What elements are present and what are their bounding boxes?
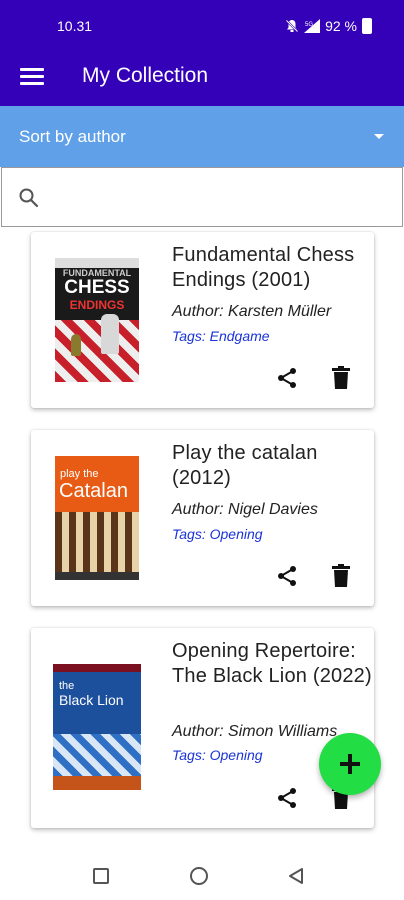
app-bar: My Collection [0, 54, 404, 106]
hamburger-menu-icon[interactable] [20, 68, 44, 88]
battery-icon [362, 18, 372, 34]
book-title: Opening Repertoire: The Black Lion (2022… [172, 640, 372, 687]
share-icon[interactable] [275, 564, 299, 588]
status-bar: 10.31 5G 92 % [0, 0, 404, 54]
book-cover: the Black Lion [53, 664, 141, 790]
share-icon[interactable] [275, 786, 299, 810]
dropdown-arrow-icon [374, 134, 384, 139]
screen: 10.31 5G 92 % My Collection Sort by auth… [0, 0, 404, 900]
mute-bell-icon [285, 19, 299, 33]
cover-text-main: Catalan [59, 480, 128, 502]
status-time: 10.31 [57, 18, 93, 34]
book-tags: Tags: Opening [172, 747, 263, 763]
search-box [1, 167, 403, 227]
battery-percent: 92 % [325, 18, 357, 34]
book-card[interactable]: FUNDAMENTAL CHESS ENDINGS Fundamental Ch… [31, 232, 374, 408]
search-icon [19, 188, 39, 208]
share-icon[interactable] [275, 366, 299, 390]
back-icon[interactable] [287, 867, 305, 885]
status-icons: 5G 92 % [285, 18, 372, 34]
add-book-button[interactable] [319, 733, 381, 795]
book-title: Play the catalan (2012) [172, 442, 318, 489]
book-cover: play the Catalan [55, 456, 139, 580]
sort-selected-value: Sort by author [19, 127, 126, 146]
recent-apps-icon[interactable] [93, 868, 109, 884]
delete-icon[interactable] [331, 366, 351, 390]
book-tags: Tags: Endgame [172, 328, 270, 344]
book-author: Author: Nigel Davies [172, 501, 318, 518]
book-card[interactable]: the Black Lion Opening Repertoire: The B… [31, 628, 374, 828]
book-cover: FUNDAMENTAL CHESS ENDINGS [55, 258, 139, 382]
book-title: Fundamental Chess Endings (2001) [172, 244, 355, 291]
sort-dropdown[interactable]: Sort by author [0, 106, 404, 167]
home-icon[interactable] [190, 867, 208, 885]
signal-icon: 5G [304, 19, 321, 33]
page-title: My Collection [82, 64, 209, 87]
book-author: Author: Simon Williams [172, 723, 338, 740]
cover-text-main: Black Lion [59, 692, 124, 708]
search-input[interactable] [52, 182, 382, 212]
svg-text:5G: 5G [305, 22, 313, 28]
delete-icon[interactable] [331, 564, 351, 588]
cover-text-main: CHESS [64, 277, 130, 298]
book-tags: Tags: Opening [172, 526, 263, 542]
book-card[interactable]: play the Catalan Play the catalan (2012)… [31, 430, 374, 606]
cover-text-top: play the [60, 468, 99, 480]
cover-text-sub: ENDINGS [69, 298, 125, 312]
book-author: Author: Karsten Müller [172, 303, 332, 320]
cover-text-top: the [59, 680, 75, 692]
system-nav-bar [0, 852, 404, 900]
